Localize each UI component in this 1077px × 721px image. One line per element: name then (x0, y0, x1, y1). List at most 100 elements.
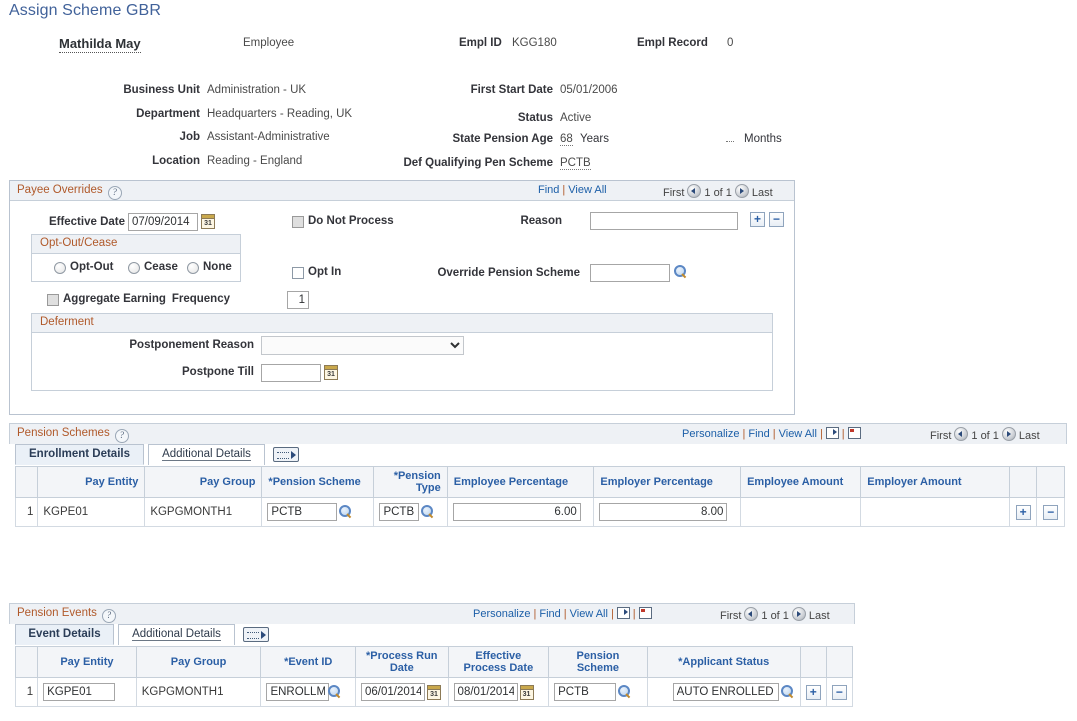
col-pension-scheme[interactable]: *Pension Scheme (262, 467, 374, 498)
col-pay-group[interactable]: Pay Group (136, 647, 261, 678)
employer-percentage-input[interactable] (599, 503, 727, 521)
col-event-id[interactable]: *Event ID (261, 647, 356, 678)
col-employer-percentage[interactable]: Employer Percentage (594, 467, 741, 498)
previous-arrow-icon[interactable] (687, 184, 701, 198)
nav-first-label[interactable]: First (930, 430, 951, 442)
search-icon[interactable] (421, 505, 435, 519)
opt-in-label: Opt In (308, 266, 341, 278)
opt-in-checkbox[interactable] (292, 267, 304, 279)
view-all-link[interactable]: View All (568, 184, 606, 196)
first-start-date-value: 05/01/2006 (560, 84, 618, 96)
col-employer-amount[interactable]: Employer Amount (861, 467, 1010, 498)
postponement-reason-select[interactable] (261, 336, 464, 355)
col-applicant-status[interactable]: *Applicant Status (647, 647, 800, 678)
pension-type-input[interactable] (379, 503, 419, 521)
add-row-button[interactable]: + (750, 212, 765, 227)
frequency-input[interactable] (287, 291, 309, 309)
col-pay-entity[interactable]: Pay Entity (38, 467, 145, 498)
nav-last-label[interactable]: Last (1019, 430, 1040, 442)
employee-name[interactable]: Mathilda May (59, 36, 141, 53)
view-all-link[interactable]: View All (779, 428, 817, 440)
job-value: Assistant-Administrative (207, 131, 330, 143)
search-icon[interactable] (328, 685, 342, 699)
calendar-icon[interactable]: 31 (201, 214, 215, 229)
cell-delete: − (1037, 498, 1065, 527)
tab-enrollment-details[interactable]: Enrollment Details (15, 444, 144, 465)
col-pay-entity[interactable]: Pay Entity (38, 647, 137, 678)
search-icon[interactable] (618, 685, 632, 699)
employee-percentage-input[interactable] (453, 503, 581, 521)
add-row-button[interactable]: + (806, 685, 821, 700)
search-icon[interactable] (781, 685, 795, 699)
delete-row-button[interactable]: − (832, 685, 847, 700)
do-not-process-checkbox[interactable] (292, 216, 304, 228)
delete-row-button[interactable]: − (769, 212, 784, 227)
tab-event-details[interactable]: Event Details (15, 624, 114, 645)
reason-input[interactable] (590, 212, 738, 230)
col-employee-amount[interactable]: Employee Amount (741, 467, 861, 498)
expand-grid-icon[interactable] (273, 447, 299, 462)
question-icon[interactable]: ? (108, 186, 122, 200)
find-link[interactable]: Find (538, 184, 559, 196)
calendar-icon[interactable]: 31 (520, 685, 534, 700)
expand-grid-icon[interactable] (243, 627, 269, 642)
event-id-input[interactable] (266, 683, 329, 701)
pension-scheme-input[interactable] (554, 683, 616, 701)
delete-row-button[interactable]: − (1043, 505, 1058, 520)
add-row-button[interactable]: + (1016, 505, 1031, 520)
next-arrow-icon[interactable] (1002, 427, 1016, 441)
col-pay-group[interactable]: Pay Group (145, 467, 262, 498)
view-all-link[interactable]: View All (570, 608, 608, 620)
col-pension-type[interactable]: *Pension Type (374, 467, 447, 498)
search-icon[interactable] (339, 505, 353, 519)
first-start-date-label: First Start Date (400, 84, 553, 96)
personalize-link[interactable]: Personalize (473, 608, 530, 620)
radio-cease[interactable] (128, 262, 140, 274)
nav-first-label[interactable]: First (663, 187, 684, 199)
state-pension-age-months-number (726, 141, 734, 142)
previous-arrow-icon[interactable] (744, 607, 758, 621)
postpone-till-input[interactable] (261, 364, 321, 382)
calendar-icon[interactable]: 31 (324, 365, 338, 380)
cell-event-id (261, 678, 356, 707)
applicant-status-input[interactable] (673, 683, 779, 701)
tab-additional-details[interactable]: Additional Details (148, 444, 265, 465)
pension-scheme-input[interactable] (267, 503, 337, 521)
previous-arrow-icon[interactable] (954, 427, 968, 441)
find-link[interactable]: Find (539, 608, 560, 620)
state-pension-age-years-number: 68 (560, 133, 573, 146)
status-label: Status (400, 112, 553, 124)
override-pension-scheme-input[interactable] (590, 264, 670, 282)
col-effective-process-date[interactable]: Effective Process Date (448, 647, 549, 678)
question-icon[interactable]: ? (102, 609, 116, 623)
nav-first-label[interactable]: First (720, 610, 741, 622)
cell-delete: − (826, 678, 852, 707)
effective-process-date-input[interactable] (454, 683, 518, 701)
pension-schemes-title: Pension Schemes (17, 427, 110, 439)
radio-opt-out[interactable] (54, 262, 66, 274)
next-arrow-icon[interactable] (792, 607, 806, 621)
next-arrow-icon[interactable] (735, 184, 749, 198)
nav-last-label[interactable]: Last (752, 187, 773, 199)
grid-icon[interactable] (848, 427, 861, 439)
grid-icon[interactable] (639, 607, 652, 619)
radio-none[interactable] (187, 262, 199, 274)
export-icon[interactable] (826, 427, 839, 439)
col-pension-scheme[interactable]: Pension Scheme (549, 647, 648, 678)
nav-last-label[interactable]: Last (809, 610, 830, 622)
col-employee-percentage[interactable]: Employee Percentage (447, 467, 594, 498)
pension-schemes-grid: Pay Entity Pay Group *Pension Scheme *Pe… (15, 466, 1065, 527)
empl-id-value: KGG180 (512, 37, 557, 49)
process-run-date-input[interactable] (361, 683, 425, 701)
search-icon[interactable] (674, 265, 688, 279)
calendar-icon[interactable]: 31 (427, 685, 441, 700)
col-process-run-date[interactable]: *Process Run Date (356, 647, 449, 678)
tab-additional-details[interactable]: Additional Details (118, 624, 235, 645)
aggregate-earning-checkbox[interactable] (47, 294, 59, 306)
pay-entity-input[interactable] (43, 683, 115, 701)
find-link[interactable]: Find (748, 428, 769, 440)
personalize-link[interactable]: Personalize (682, 428, 739, 440)
effective-date-input[interactable] (128, 213, 198, 231)
question-icon[interactable]: ? (115, 429, 129, 443)
export-icon[interactable] (617, 607, 630, 619)
